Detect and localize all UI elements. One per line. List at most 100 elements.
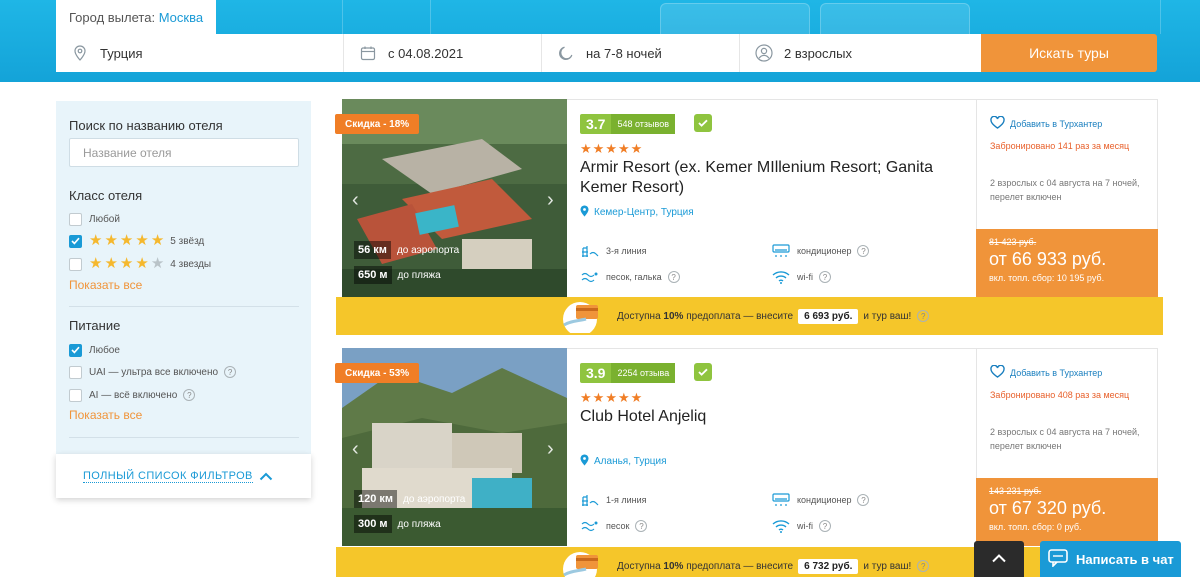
hotel-location[interactable]: Кемер-Центр, Турция: [580, 205, 694, 219]
star-icon: ★: [119, 232, 134, 249]
help-icon[interactable]: ?: [224, 366, 237, 378]
header-divider: [1160, 0, 1161, 34]
meal-option-uai[interactable]: UAI — ультра все включено ?: [69, 365, 237, 379]
chevron-up-icon: [991, 550, 1007, 568]
amenity-label: 3-я линия: [606, 246, 647, 256]
heart-icon: [990, 364, 1005, 380]
hotel-name[interactable]: Armir Resort (ex. Kemer MIllenium Resort…: [580, 158, 940, 198]
prepay-prefix: Доступна: [617, 560, 661, 572]
star-icon: ★: [150, 232, 165, 249]
star-icon: ★: [89, 255, 103, 272]
checkbox-checked[interactable]: [69, 234, 82, 248]
photo-prev-arrow[interactable]: ‹: [352, 438, 359, 461]
prepayment-banner: Доступна 10% предоплата — внесите 6 693 …: [336, 297, 1163, 336]
beach-distance-label: до пляжа: [397, 269, 441, 281]
chat-bubble-icon: [1048, 548, 1068, 570]
hotel-stars: ★ ★ ★ ★ ★: [580, 391, 642, 404]
star-icon: ★: [592, 390, 605, 405]
tourists-field[interactable]: 2 взрослых: [740, 34, 981, 72]
departure-city-value[interactable]: Москва: [159, 10, 203, 25]
photo-next-arrow[interactable]: ›: [547, 438, 554, 461]
star-icon: ★: [592, 141, 605, 156]
rating-badge[interactable]: 3.7 548 отзывов: [580, 114, 675, 134]
destination-field[interactable]: Турция: [56, 34, 344, 72]
air-conditioner-icon: [771, 493, 791, 507]
price-box[interactable]: 143 231 руб. от 67 320 руб. вкл. топл. с…: [976, 478, 1158, 546]
photo-next-arrow[interactable]: ›: [547, 189, 554, 212]
airport-distance: 120 км до аэропорта: [354, 489, 465, 509]
beach-line-icon: [580, 244, 600, 258]
star-icon: ★: [605, 390, 617, 405]
beach-sand-icon: [580, 519, 600, 533]
search-tours-button[interactable]: Искать туры: [981, 34, 1157, 72]
wifi-icon: [771, 270, 791, 284]
help-icon[interactable]: ?: [667, 271, 680, 283]
amenity-beach-line: 3-я линия: [580, 242, 647, 260]
help-icon[interactable]: ?: [819, 271, 831, 283]
map-pin-icon: [66, 45, 94, 61]
fuel-surcharge-note: вкл. топл. сбор: 0 руб.: [989, 522, 1082, 532]
class-option-any[interactable]: Любой: [69, 212, 120, 226]
meal-option-any[interactable]: Любое: [69, 343, 120, 357]
discount-badge: Скидка - 53%: [335, 363, 420, 383]
show-all-meals-link[interactable]: Показать все: [69, 408, 142, 422]
open-chat-button[interactable]: Написать в чат: [1040, 541, 1181, 577]
meal-option-ai[interactable]: AI — всё включено ?: [69, 388, 196, 402]
airport-distance-value: 56 км: [354, 241, 391, 259]
beach-line-icon: [580, 493, 600, 507]
amenity-ac: кондиционер ?: [771, 491, 870, 509]
help-icon[interactable]: ?: [183, 389, 196, 401]
chat-label: Написать в чат: [1076, 551, 1174, 567]
hotel-class-title: Класс отеля: [69, 188, 143, 203]
help-icon[interactable]: ?: [857, 245, 870, 257]
star-rating-5: ★ ★ ★ ★ ★: [89, 232, 165, 249]
class-option-4-stars[interactable]: ★ ★ ★ ★ ★ 4 звезды: [69, 255, 211, 272]
class-option-5-stars[interactable]: ★ ★ ★ ★ ★ 5 звёзд: [69, 232, 205, 249]
amenity-label: песок: [606, 521, 630, 531]
star-icon: ★: [104, 232, 118, 249]
hotel-name-input[interactable]: [69, 138, 299, 167]
checkbox[interactable]: [69, 212, 82, 226]
checkbox[interactable]: [69, 365, 82, 379]
star-icon: ★: [630, 390, 643, 405]
checkbox-checked[interactable]: [69, 343, 82, 357]
add-to-favorites-button[interactable]: Добавить в Турхантер: [990, 364, 1102, 380]
fuel-surcharge-note: вкл. топл. сбор: 10 195 руб.: [989, 273, 1105, 283]
prepay-percent: 10%: [663, 560, 684, 572]
tourists-value: 2 взрослых: [784, 45, 852, 61]
add-to-favorites-button[interactable]: Добавить в Турхантер: [990, 115, 1102, 131]
help-icon[interactable]: ?: [635, 520, 648, 532]
payment-card-hand-icon: [552, 549, 612, 577]
nights-field[interactable]: на 7-8 ночей: [542, 34, 740, 72]
hotel-name[interactable]: Club Hotel Anjeliq: [580, 407, 940, 427]
star-icon: ★: [135, 255, 149, 272]
beach-distance-value: 300 м: [354, 515, 392, 533]
hotel-card[interactable]: ‹ › 120 км до аэропорта 300 м до пляжа С…: [335, 348, 1158, 548]
hotel-location[interactable]: Аланья, Турция: [580, 454, 667, 468]
full-filters-toggle[interactable]: ПОЛНЫЙ СПИСОК ФИЛЬТРОВ: [56, 454, 311, 498]
rating-badge[interactable]: 3.9 2254 отзыва: [580, 363, 676, 383]
help-icon[interactable]: ?: [917, 310, 930, 322]
price-box[interactable]: 81 423 руб. от 66 933 руб. вкл. топл. сб…: [976, 229, 1158, 297]
tour-details: 2 взрослых с 04 августа на 7 ночей, пере…: [990, 178, 1140, 202]
date-field[interactable]: с 04.08.2021: [344, 34, 542, 72]
prepay-percent: 10%: [663, 310, 684, 322]
class-option-label: 5 звёзд: [170, 235, 205, 247]
amenity-label: кондиционер: [797, 246, 852, 256]
nights-value: на 7-8 ночей: [586, 45, 662, 61]
booking-count: Забронировано 141 раз за месяц: [990, 141, 1130, 151]
checkbox[interactable]: [69, 388, 82, 402]
departure-city-selector[interactable]: Город вылета: Москва: [56, 0, 216, 34]
hotel-location-text: Аланья, Турция: [594, 455, 667, 467]
help-icon[interactable]: ?: [917, 560, 930, 572]
show-all-classes-link[interactable]: Показать все: [69, 278, 142, 292]
scroll-to-top-button[interactable]: [974, 541, 1024, 577]
hotel-card[interactable]: ‹ › 56 км до аэропорта 650 м до пляжа Ск…: [335, 99, 1158, 299]
photo-prev-arrow[interactable]: ‹: [352, 189, 359, 212]
star-icon: ★: [617, 141, 630, 156]
help-icon[interactable]: ?: [857, 494, 870, 506]
help-icon[interactable]: ?: [819, 520, 831, 532]
rating-score: 3.7: [586, 116, 606, 132]
beach-distance-label: до пляжа: [397, 518, 441, 530]
checkbox[interactable]: [69, 257, 82, 271]
